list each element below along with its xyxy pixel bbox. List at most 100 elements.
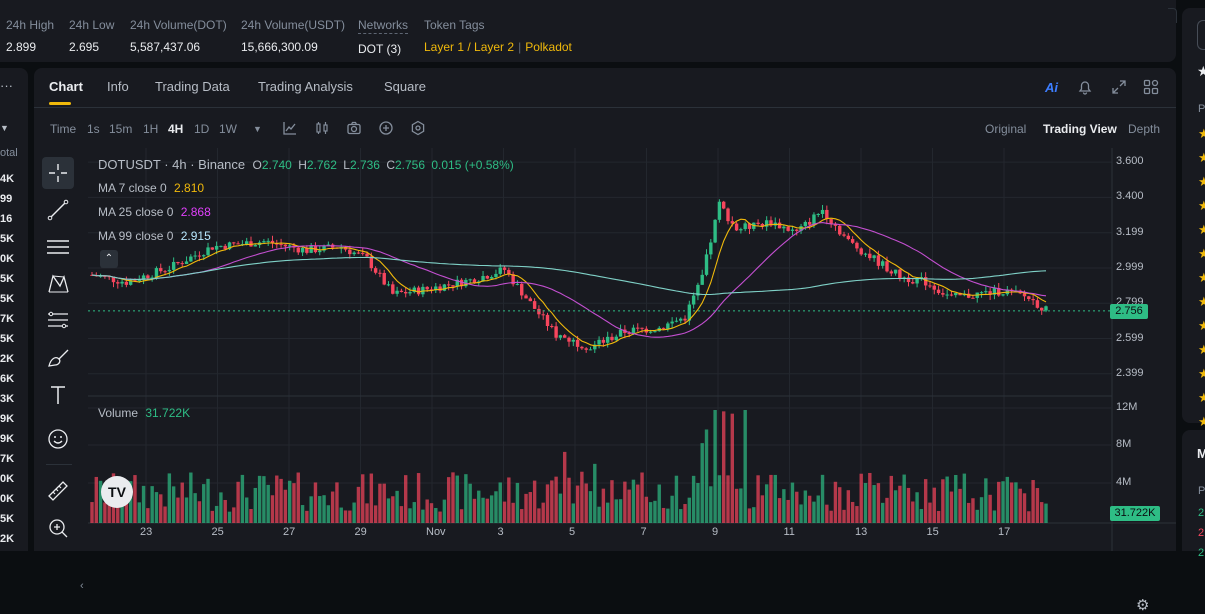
candle-body <box>1044 306 1048 311</box>
favorite-star-icon[interactable]: ★ <box>1198 222 1205 238</box>
text-tool[interactable] <box>42 379 74 411</box>
favorite-star-icon[interactable]: ★ <box>1198 246 1205 262</box>
volume-bar <box>902 474 906 523</box>
trend-line-tool[interactable] <box>42 194 74 226</box>
ma-label: MA 25 close 0 <box>98 205 174 219</box>
add-indicator-icon[interactable] <box>378 120 394 136</box>
volume-bar <box>722 411 726 523</box>
indicator-chart-icon[interactable] <box>282 120 298 136</box>
volume-bar <box>399 506 404 523</box>
settings-icon[interactable] <box>410 120 426 136</box>
pattern-tool[interactable] <box>42 268 74 300</box>
interval-dropdown-icon[interactable]: ▼ <box>253 124 262 134</box>
chart-plot[interactable]: DOTUSDT · 4h · Binance O2.740 H2.762 L2.… <box>80 148 1176 614</box>
bell-icon[interactable] <box>1076 78 1094 96</box>
favorite-star-icon[interactable]: ★ <box>1198 366 1205 382</box>
scroll-left-icon[interactable]: ‹ <box>80 580 84 592</box>
expand-icon[interactable] <box>1110 78 1128 96</box>
ai-icon[interactable]: Ai <box>1045 80 1063 98</box>
stat-24h-volume-usdt: 24h Volume(USDT) 15,666,300.09 <box>241 18 345 54</box>
tab-square[interactable]: Square <box>384 79 426 94</box>
view-depth[interactable]: Depth <box>1128 122 1160 136</box>
crosshair-tool[interactable] <box>42 157 74 189</box>
fibonacci-tool[interactable] <box>42 305 74 337</box>
interval-1w[interactable]: 1W <box>219 122 237 136</box>
view-trading-view[interactable]: Trading View <box>1043 122 1117 136</box>
volume-bar <box>691 475 696 523</box>
stat-networks[interactable]: Networks DOT (3) <box>358 18 409 56</box>
interval-time[interactable]: Time <box>50 122 76 136</box>
favorite-star-icon[interactable]: ★ <box>1198 342 1205 358</box>
favorite-star-icon[interactable]: ★ <box>1198 174 1205 190</box>
volume-bar <box>966 502 971 523</box>
candle-body <box>825 209 829 220</box>
interval-4h[interactable]: 4H <box>168 122 183 136</box>
volume-bar <box>829 510 833 523</box>
candles-icon[interactable] <box>314 120 330 136</box>
candle-body <box>202 255 206 257</box>
tab-trading-analysis[interactable]: Trading Analysis <box>258 79 353 94</box>
volume-bar <box>777 498 782 523</box>
volume-bar <box>438 511 442 523</box>
star-icon[interactable]: ★ <box>1197 63 1205 80</box>
volume-bar <box>657 484 661 523</box>
candle-body <box>812 214 816 225</box>
collapse-legend-icon[interactable]: ⌃ <box>100 250 118 268</box>
volume-bar <box>481 497 485 523</box>
tab-trading-data[interactable]: Trading Data <box>155 79 230 94</box>
interval-1s[interactable]: 1s <box>87 122 100 136</box>
favorite-star-icon[interactable]: ★ <box>1198 126 1205 142</box>
zoom-in-icon[interactable] <box>42 512 74 544</box>
horizontal-lines-tool[interactable] <box>42 231 74 263</box>
candle-body <box>868 253 872 259</box>
search-box-edge[interactable] <box>1197 20 1205 50</box>
favorite-star-icon[interactable]: ★ <box>1198 150 1205 166</box>
y-axis-label: 2.599 <box>1116 331 1144 344</box>
panel-title: M <box>1197 446 1205 461</box>
stat-label: 24h Volume(DOT) <box>130 18 227 32</box>
favorite-star-icon[interactable]: ★ <box>1198 318 1205 334</box>
candle-body <box>575 339 580 347</box>
volume-bar <box>855 506 859 523</box>
token-tag-link[interactable]: Polkadot <box>525 40 572 54</box>
candlestick-chart[interactable] <box>88 148 1176 551</box>
brush-tool[interactable] <box>42 342 74 374</box>
volume-bar <box>365 503 369 523</box>
interval-1d[interactable]: 1D <box>194 122 209 136</box>
favorite-star-icon[interactable]: ★ <box>1198 414 1205 430</box>
token-tag-link[interactable]: Layer 1 / Layer 2 <box>424 40 514 54</box>
more-icon[interactable]: ··· <box>0 78 13 93</box>
chart-settings-icon[interactable]: ⚙ <box>1136 596 1149 614</box>
volume-bar <box>666 508 670 523</box>
volume-bar <box>386 498 391 523</box>
interval-1h[interactable]: 1H <box>143 122 158 136</box>
favorite-star-icon[interactable]: ★ <box>1198 270 1205 286</box>
x-axis-label: 25 <box>211 526 224 538</box>
ma99-line <box>91 256 1047 296</box>
volume-bar <box>214 505 219 523</box>
dropdown-caret-icon[interactable]: ▼ <box>0 123 9 133</box>
volume-bar <box>863 483 868 523</box>
emoji-icon[interactable] <box>42 423 74 455</box>
candle-body <box>949 294 954 296</box>
volume-bar <box>915 492 919 523</box>
grid-icon[interactable] <box>1142 78 1160 96</box>
candle-body <box>468 279 472 281</box>
active-tab-underline <box>49 102 71 105</box>
favorite-star-icon[interactable]: ★ <box>1198 294 1205 310</box>
ruler-icon[interactable] <box>42 475 74 507</box>
tab-chart[interactable]: Chart <box>49 79 83 94</box>
camera-icon[interactable] <box>346 120 362 136</box>
stat-label: Token Tags <box>424 18 485 32</box>
orderbook-value: 2K <box>0 353 15 365</box>
volume-bar <box>511 502 515 523</box>
candle-body <box>661 327 666 329</box>
volume-bar <box>850 501 855 523</box>
interval-15m[interactable]: 15m <box>109 122 132 136</box>
view-original[interactable]: Original <box>985 122 1026 136</box>
favorite-star-icon[interactable]: ★ <box>1198 390 1205 406</box>
stat-label[interactable]: Networks <box>358 18 409 34</box>
tab-info[interactable]: Info <box>107 79 129 94</box>
candle-body <box>537 308 541 315</box>
favorite-star-icon[interactable]: ★ <box>1198 198 1205 214</box>
